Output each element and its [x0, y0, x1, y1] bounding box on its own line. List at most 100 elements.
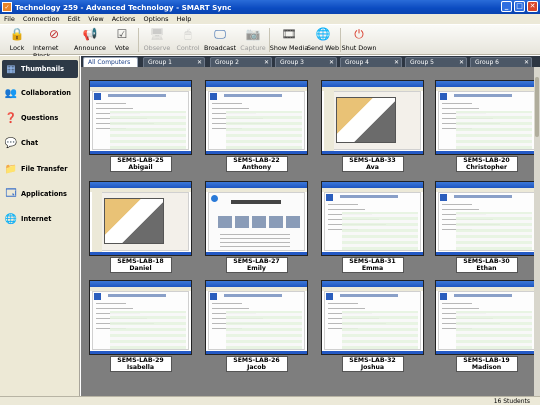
student-name: Isabella [126, 364, 155, 371]
student-thumbnail[interactable]: SEMS-LAB-20 Christopher [435, 80, 538, 172]
screen-preview[interactable] [435, 80, 538, 155]
student-name: Abigail [128, 164, 153, 171]
tab-group-6[interactable]: Group 6 ✕ [470, 57, 532, 67]
tab-group-5[interactable]: Group 5 ✕ [405, 57, 467, 67]
student-thumbnail[interactable]: SEMS-LAB-30 Ethan [435, 181, 538, 273]
close-tab-icon[interactable]: ✕ [459, 58, 464, 67]
student-thumbnail[interactable]: SEMS-LAB-25 Abigail [89, 80, 192, 172]
capture-button[interactable]: 📷 Capture [233, 27, 273, 52]
chat-icon: 💬 [4, 137, 18, 149]
tab-label: Group 6 [475, 59, 499, 66]
close-tab-icon[interactable]: ✕ [394, 58, 399, 67]
observe-label: Observe [143, 44, 171, 52]
sidebar-item-collaboration[interactable]: 👥 Collaboration [2, 84, 78, 102]
student-thumbnail[interactable]: SEMS-LAB-26 Jacob [205, 280, 308, 372]
screen-preview[interactable] [205, 80, 308, 155]
thumbnail-grid: SEMS-LAB-25 Abigail SEMS-LAB-22 Anthony SEMS… [81, 67, 540, 396]
screen-preview[interactable] [321, 280, 424, 355]
sidebar-item-label: Applications [21, 190, 67, 198]
close-tab-icon[interactable]: ✕ [264, 58, 269, 67]
send-web-icon: 🌐 [315, 27, 331, 41]
screen-preview[interactable] [89, 280, 192, 355]
screen-preview[interactable] [205, 181, 308, 256]
student-label: SEMS-LAB-25 Abigail [109, 156, 172, 172]
screen-preview[interactable] [435, 181, 538, 256]
computer-name: SEMS-LAB-33 [349, 157, 396, 164]
tab-label: Group 1 [148, 59, 172, 66]
tab-group-4[interactable]: Group 4 ✕ [340, 57, 402, 67]
menu-help[interactable]: Help [177, 15, 192, 23]
computer-name: SEMS-LAB-31 [349, 258, 396, 265]
close-button[interactable]: ✕ [527, 1, 538, 12]
computer-name: SEMS-LAB-30 [463, 258, 510, 265]
sidebar-item-label: Chat [21, 139, 39, 147]
vote-label: Vote [114, 44, 130, 52]
close-tab-icon[interactable]: ✕ [197, 58, 202, 67]
student-thumbnail[interactable]: SEMS-LAB-31 Emma [321, 181, 424, 273]
lock-label: Lock [9, 44, 25, 52]
minimize-button[interactable]: _ [501, 1, 512, 12]
sidebar-item-thumbnails[interactable]: ▦ Thumbnails [2, 60, 78, 78]
student-name: Ava [366, 164, 379, 171]
sidebar-item-label: Thumbnails [21, 65, 65, 73]
show-media-icon: 🎞 [281, 27, 297, 41]
tab-group-2[interactable]: Group 2 ✕ [210, 57, 272, 67]
vertical-scrollbar[interactable] [534, 67, 540, 396]
window-controls: _ □ ✕ [501, 1, 538, 12]
screen-preview[interactable] [435, 280, 538, 355]
close-tab-icon[interactable]: ✕ [329, 58, 334, 67]
student-name: Joshua [360, 364, 385, 371]
thumbnails-icon: ▦ [6, 63, 16, 75]
broadcast-icon: 🖵 [214, 27, 226, 41]
group-tabs: All Computers Group 1 ✕ Group 2 ✕ Group 3 ✕… [81, 56, 540, 67]
sidebar-item-label: Questions [21, 114, 59, 122]
student-thumbnail[interactable]: SEMS-LAB-19 Madison [435, 280, 538, 372]
screen-preview[interactable] [89, 80, 192, 155]
sidebar-item-label: Internet [21, 215, 52, 223]
student-name: Madison [471, 364, 502, 371]
vote-icon: ☑ [116, 27, 128, 41]
sidebar-item-applications[interactable]: 🗔 Applications [2, 185, 78, 203]
send-web-label: Send Web [306, 44, 340, 52]
tab-group-3[interactable]: Group 3 ✕ [275, 57, 337, 67]
student-thumbnail[interactable]: SEMS-LAB-33 Ava [321, 80, 424, 172]
lock-button[interactable]: 🔒 Lock [0, 27, 37, 52]
student-name: Jacob [247, 364, 266, 371]
send-web-button[interactable]: 🌐 Send Web [303, 27, 343, 52]
student-thumbnail[interactable]: SEMS-LAB-27 Emily [205, 181, 308, 273]
menu-view[interactable]: View [88, 15, 103, 23]
scrollbar-thumb[interactable] [535, 77, 539, 137]
screen-preview[interactable] [321, 181, 424, 256]
student-thumbnail[interactable]: SEMS-LAB-18 Daniel [89, 181, 192, 273]
app-icon: ✓ [2, 2, 12, 12]
shut-down-button[interactable]: ⏻ Shut Down [339, 27, 379, 52]
menu-edit[interactable]: Edit [68, 15, 81, 23]
sidebar-item-label: Collaboration [21, 89, 71, 97]
tab-label: All Computers [88, 59, 131, 66]
student-label: SEMS-LAB-27 Emily [225, 257, 288, 273]
vote-button[interactable]: ☑ Vote [102, 27, 142, 52]
screen-preview[interactable] [89, 181, 192, 256]
menu-connection[interactable]: Connection [23, 15, 60, 23]
close-tab-icon[interactable]: ✕ [524, 58, 529, 67]
screen-preview[interactable] [205, 280, 308, 355]
computer-name: SEMS-LAB-18 [117, 258, 164, 265]
computer-name: SEMS-LAB-20 [463, 157, 510, 164]
student-label: SEMS-LAB-26 Jacob [225, 356, 288, 372]
menu-actions[interactable]: Actions [112, 15, 136, 23]
sidebar-item-internet[interactable]: 🌐 Internet [2, 210, 78, 228]
student-thumbnail[interactable]: SEMS-LAB-29 Isabella [89, 280, 192, 372]
status-bar: 16 Students [0, 396, 540, 405]
sidebar-item-questions[interactable]: ❓ Questions [2, 109, 78, 127]
sidebar-item-file-transfer[interactable]: 📁 File Transfer [2, 160, 78, 178]
screen-preview[interactable] [321, 80, 424, 155]
sidebar-item-chat[interactable]: 💬 Chat [2, 134, 78, 152]
student-thumbnail[interactable]: SEMS-LAB-22 Anthony [205, 80, 308, 172]
maximize-button[interactable]: □ [514, 1, 525, 12]
menu-file[interactable]: File [4, 15, 15, 23]
student-thumbnail[interactable]: SEMS-LAB-32 Joshua [321, 280, 424, 372]
menu-options[interactable]: Options [143, 15, 168, 23]
tab-all-computers[interactable]: All Computers [83, 57, 138, 67]
student-label: SEMS-LAB-30 Ethan [455, 257, 518, 273]
tab-group-1[interactable]: Group 1 ✕ [143, 57, 205, 67]
